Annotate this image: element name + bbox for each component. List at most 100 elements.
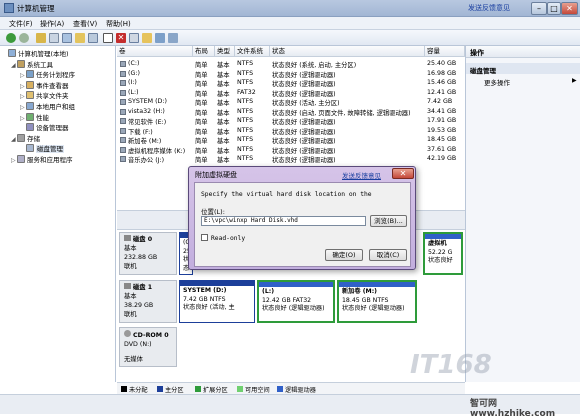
disk-0-label[interactable]: 磁盘 0 基本 232.88 GB 联机 [119,232,177,275]
cell-type: 基本 [217,157,230,164]
tree-item[interactable]: ▷ 共享文件夹 [20,90,69,101]
cell-name: (G:) [128,69,140,77]
help-icon[interactable] [75,33,85,43]
delete-icon[interactable]: ✕ [116,33,126,43]
cell-size: 17.91 GB [427,117,457,124]
tree-item[interactable]: ▷ 性能 [20,112,49,123]
volume-icon [120,70,126,77]
cell-fs: NTFS [237,98,254,105]
tree-item-label: 任务计划程序 [36,71,75,80]
menu-action[interactable]: 操作(A) [40,19,64,29]
maximize-button[interactable]: □ [547,2,561,15]
feedback-link[interactable]: 发送反馈意见 [468,3,510,13]
cell-fs: NTFS [237,126,254,134]
readonly-checkbox[interactable] [201,234,208,241]
table-row[interactable]: (C:) 简单 基本 NTFS 状态良好 (系统, 启动, 主分区) 25.40 GB [117,59,465,69]
list-icon[interactable] [168,33,178,43]
attach-vhd-dialog: 附加虚拟硬盘 发送反馈意见 ✕ Specify the virtual hard… [188,166,416,270]
cell-fs: NTFS [237,69,254,77]
console-tree-icon[interactable] [49,33,59,43]
table-row[interactable]: 常见软件 (E:) 简单 基本 NTFS 状态良好 (逻辑驱动器) 17.91 GB [117,116,465,126]
up-folder-icon[interactable] [36,33,46,43]
cell-size: 25.40 GB [427,60,457,67]
location-input[interactable]: E:\vpc\winxp Hard Disk.vhd [201,216,366,226]
table-row[interactable]: (G:) 简单 基本 NTFS 状态良好 (逻辑驱动器) 16.98 GB [117,69,465,79]
partition-vm[interactable]: 虚拟机 52.22 G 状态良好 [423,232,463,275]
task-scheduler-icon [26,70,34,79]
search-icon[interactable] [155,33,165,43]
dialog-body: Specify the virtual hard disk location o… [194,182,411,267]
disk-1-type: 基本 [124,293,137,300]
cell-layout: 简单 [195,157,208,164]
view-icon[interactable] [88,33,98,43]
legend-label: 未分配 [129,387,148,394]
tree-item[interactable]: ▷ 本地用户和组 [20,101,75,112]
cell-size: 42.19 GB [427,155,457,162]
partition-vm-status: 状态良好 [428,257,453,264]
table-row[interactable]: vista32 (H:) 简单 基本 NTFS 状态良好 (启动, 页面文件, 故障转储… [117,107,465,117]
readonly-option[interactable]: Read-only [201,234,245,242]
properties-icon[interactable] [62,33,72,43]
tree-item[interactable]: 设备管理器 [20,122,69,133]
column-layout[interactable]: 布局 [193,46,215,57]
column-type[interactable]: 类型 [215,46,235,57]
cell-name: SYSTEM (D:) [128,98,167,105]
tree-item[interactable]: ◢ 存储 [11,133,40,144]
ok-button[interactable]: 确定(O) [325,249,363,261]
menu-view[interactable]: 查看(V) [73,19,97,29]
table-row[interactable]: 下载 (F:) 简单 基本 NTFS 状态良好 (逻辑驱动器) 19.53 GB [117,126,465,136]
minimize-button[interactable]: – [531,2,547,15]
tree-item[interactable]: 计算机管理(本地) [2,48,69,59]
partition-l[interactable]: (L:) 12.42 GB FAT32 状态良好 (逻辑驱动器) [257,280,335,323]
tree-item[interactable]: 磁盘管理 [20,143,64,154]
table-row[interactable]: 虚拟机程序媒体 (K:) 简单 基本 NTFS 状态良好 (逻辑驱动器) 37.61 GB [117,145,465,155]
column-capacity[interactable]: 容量 [425,46,465,57]
table-row[interactable]: (I:) 简单 基本 NTFS 状态良好 (逻辑驱动器) 15.46 GB [117,78,465,88]
close-button[interactable]: ✕ [561,2,578,15]
computer-icon [8,49,16,57]
location-label: 位置(L): [201,208,225,216]
legend: 未分配 主分区 扩展分区 可用空间 逻辑驱动器 [117,382,465,394]
dialog-close-button[interactable]: ✕ [392,168,414,179]
tree-item[interactable]: ▷ 任务计划程序 [20,69,75,80]
check-icon[interactable] [129,33,139,43]
tree-item-label: 事件查看器 [36,81,69,90]
partition-m-name: 新加卷 (M:) [342,288,378,295]
table-row[interactable]: 新加卷 (M:) 简单 基本 NTFS 状态良好 (逻辑驱动器) 18.45 GB [117,135,465,145]
cell-size: 12.41 GB [427,88,457,96]
more-actions-arrow-icon[interactable]: ▶ [572,77,577,84]
open-folder-icon[interactable] [142,33,152,43]
tree-item[interactable]: ▷ 服务和应用程序 [11,154,73,165]
forward-icon[interactable] [19,33,29,43]
browse-button[interactable]: 浏览(B)... [370,215,407,227]
column-volume[interactable]: 卷 [117,46,193,57]
disk-1-label[interactable]: 磁盘 1 基本 38.29 GB 联机 [119,280,177,323]
table-row[interactable]: SYSTEM (D:) 简单 基本 NTFS 状态良好 (活动, 主分区) 7.42 GB [117,97,465,107]
document-icon[interactable] [103,33,113,43]
table-row[interactable]: (L:) 简单 基本 FAT32 状态良好 (逻辑驱动器) 12.41 GB [117,88,465,98]
cancel-button[interactable]: 取消(C) [369,249,407,261]
console-tree: 计算机管理(本地) ◢ 系统工具 ▷ 任务计划程序 ▷ 事件查看器 ▷ 共享文件夹 ▷ 本地用户和组… [0,46,116,382]
partition-system-d[interactable]: SYSTEM (D:) 7.42 GB NTFS 状态良好 (活动, 主 [179,280,255,323]
tree-item[interactable]: ▷ 事件查看器 [20,80,69,91]
menu-help[interactable]: 帮助(H) [106,19,131,29]
back-icon[interactable] [6,33,16,43]
actions-header: 操作 [466,46,580,58]
column-filesystem[interactable]: 文件系统 [235,46,270,57]
disk-0-type: 基本 [124,245,137,252]
tree-item[interactable]: ◢ 系统工具 [11,59,53,70]
menu-file[interactable]: 文件(F) [9,19,33,29]
volume-icon [120,108,126,115]
volume-icon [120,156,126,162]
cell-size: 19.53 GB [427,126,457,134]
partition-m[interactable]: 新加卷 (M:) 18.45 GB NTFS 状态良好 (逻辑驱动器) [337,280,417,323]
column-status[interactable]: 状态 [270,46,425,57]
cdrom-0-label[interactable]: CD-ROM 0 DVD (N:) 无媒体 [119,327,177,367]
more-actions-link[interactable]: 更多操作 [484,77,510,87]
partition-l-name: (L:) [262,288,275,295]
actions-section-disk-management[interactable]: 磁盘管理 [466,63,580,75]
dialog-feedback-link[interactable]: 发送反馈意见 [342,170,381,180]
tree-item-label: 设备管理器 [36,124,69,133]
users-icon [26,102,34,110]
table-row[interactable]: 音乐办公 (J:) 简单 基本 NTFS 状态良好 (逻辑驱动器) 42.19 GB [117,154,465,164]
